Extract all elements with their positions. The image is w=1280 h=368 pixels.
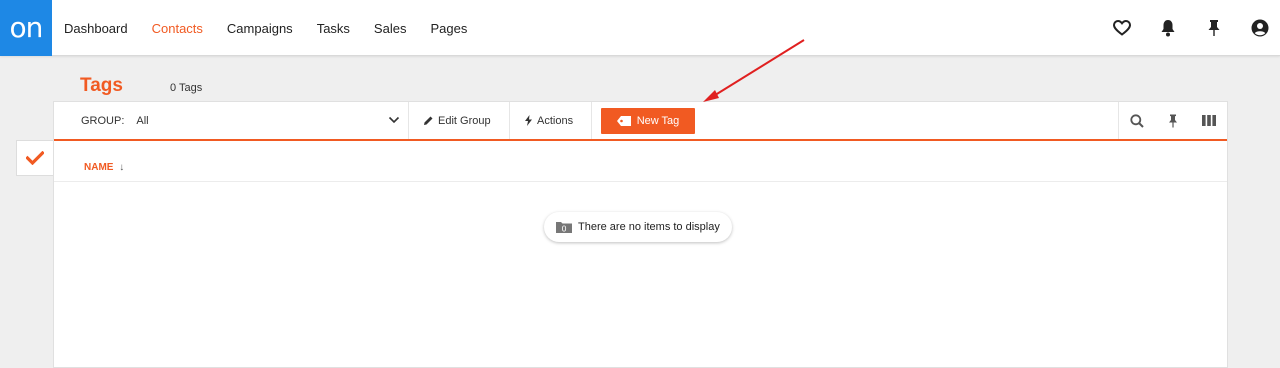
pencil-icon [424, 116, 433, 125]
bell-icon[interactable] [1158, 18, 1178, 38]
nav-item-tasks[interactable]: Tasks [317, 21, 350, 36]
top-navigation-bar: on Dashboard Contacts Campaigns Tasks Sa… [0, 0, 1280, 56]
pin-icon[interactable] [1155, 102, 1191, 139]
lightning-icon [525, 115, 532, 126]
heart-icon[interactable] [1112, 18, 1132, 38]
folder-zero-icon: 0 [556, 222, 572, 234]
pin-icon[interactable] [1204, 18, 1224, 38]
top-icons [1086, 0, 1270, 56]
tag-count: 0 Tags [170, 82, 203, 94]
actions-label: Actions [537, 114, 574, 127]
main-nav: Dashboard Contacts Campaigns Tasks Sales… [64, 0, 491, 56]
nav-item-dashboard[interactable]: Dashboard [64, 21, 128, 36]
column-header-name[interactable]: NAME ↓ [84, 162, 124, 173]
nav-item-sales[interactable]: Sales [374, 21, 407, 36]
new-tag-label: New Tag [636, 115, 680, 127]
group-value: All [136, 114, 149, 127]
column-header-label: NAME [84, 162, 114, 173]
nav-item-contacts[interactable]: Contacts [152, 21, 203, 36]
chevron-down-icon [388, 116, 400, 124]
empty-state-message: 0 There are no items to display [544, 212, 732, 242]
sort-indicator: ↓ [119, 162, 125, 173]
toolbar: GROUP: All Edit Group Actions New Tag [54, 102, 1227, 141]
nav-item-pages[interactable]: Pages [430, 21, 467, 36]
empty-state-text: There are no items to display [578, 221, 720, 233]
checkmark-icon [26, 151, 44, 165]
nav-item-campaigns[interactable]: Campaigns [227, 21, 293, 36]
tags-panel: GROUP: All Edit Group Actions New Tag NA… [53, 101, 1228, 368]
new-tag-button[interactable]: New Tag [601, 108, 695, 134]
app-logo[interactable]: on [0, 0, 52, 56]
columns-icon[interactable] [1191, 102, 1227, 139]
user-icon[interactable] [1250, 18, 1270, 38]
group-select[interactable]: GROUP: All [54, 102, 408, 139]
toolbar-right-icons [1118, 102, 1227, 139]
edit-group-button[interactable]: Edit Group [408, 102, 505, 139]
page-title: Tags [80, 75, 123, 96]
actions-button[interactable]: Actions [509, 102, 587, 139]
table-header: NAME ↓ [54, 142, 1227, 182]
edit-group-label: Edit Group [438, 114, 491, 127]
toolbar-divider [591, 102, 592, 139]
search-icon[interactable] [1119, 102, 1155, 139]
tag-icon [616, 116, 631, 126]
select-all-checkbox[interactable] [16, 140, 53, 176]
svg-text:0: 0 [561, 225, 566, 234]
group-label: GROUP: [81, 114, 125, 127]
